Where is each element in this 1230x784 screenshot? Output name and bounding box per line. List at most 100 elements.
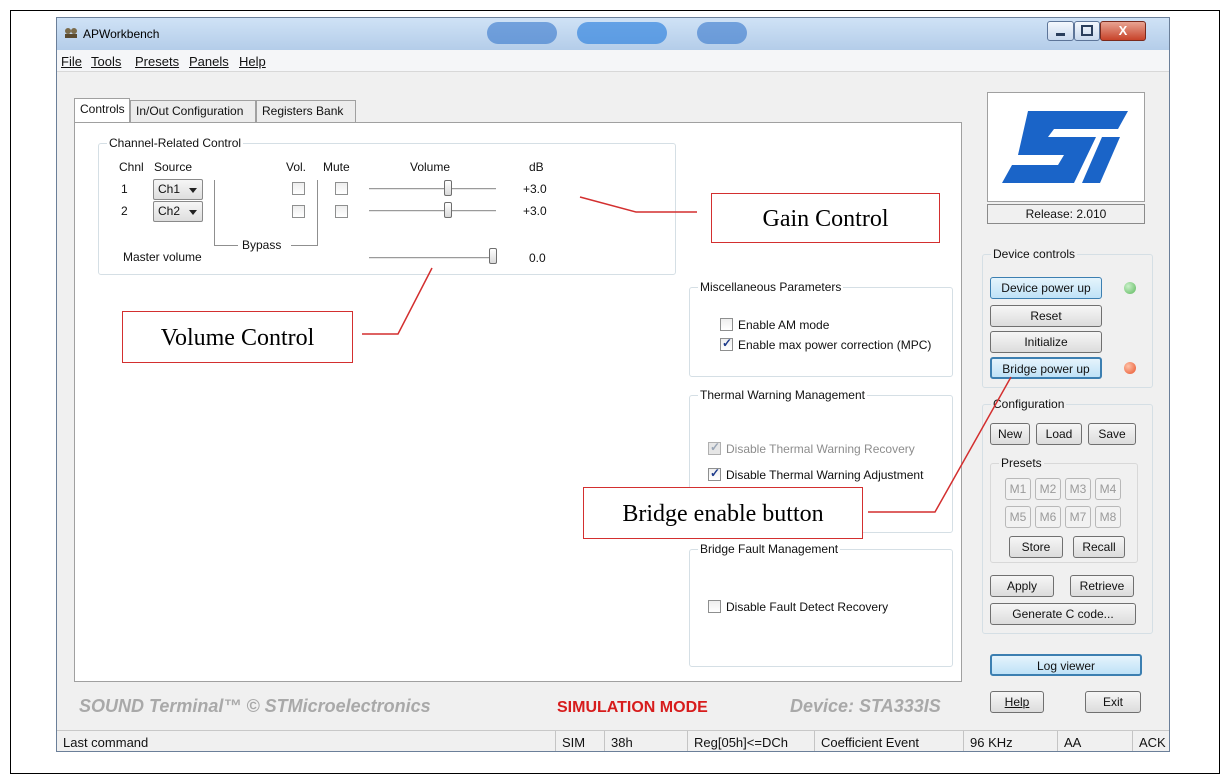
- mpc-label: Enable max power correction (MPC): [738, 338, 932, 352]
- mute-checkbox-ch1[interactable]: [335, 182, 348, 195]
- preset-m6-button[interactable]: M6: [1035, 506, 1061, 528]
- window-title: APWorkbench: [83, 27, 160, 41]
- preset-m2-button[interactable]: M2: [1035, 478, 1061, 500]
- source-select-ch1[interactable]: Ch1: [153, 179, 203, 200]
- volume-slider-thumb-ch1[interactable]: [444, 180, 452, 196]
- menu-panels[interactable]: Panels: [189, 54, 229, 69]
- master-volume-label: Master volume: [123, 250, 202, 264]
- exit-button[interactable]: Exit: [1085, 691, 1141, 713]
- status-cell: AA: [1057, 731, 1087, 751]
- bridge-fault-group: Bridge Fault Management Disable Fault De…: [689, 542, 953, 667]
- menu-tools[interactable]: Tools: [91, 54, 121, 69]
- status-last-command: Last command: [63, 735, 149, 750]
- titlebar-decoration: [487, 22, 557, 44]
- vol-checkbox-ch1[interactable]: [292, 182, 305, 195]
- apply-button[interactable]: Apply: [990, 575, 1054, 597]
- channel-number: 1: [121, 182, 128, 196]
- group-title: Channel-Related Control: [107, 136, 244, 150]
- status-cell: 96 KHz: [963, 731, 1019, 751]
- log-viewer-button[interactable]: Log viewer: [990, 654, 1142, 676]
- fault-detect-checkbox[interactable]: [708, 600, 721, 613]
- preset-m3-button[interactable]: M3: [1065, 478, 1091, 500]
- generate-c-code-button[interactable]: Generate C code...: [990, 603, 1136, 625]
- title-bar[interactable]: APWorkbench X: [57, 18, 1169, 50]
- thermal-adjustment-checkbox[interactable]: [708, 466, 721, 481]
- device-label: Device: STA333IS: [790, 696, 941, 716]
- header-db: dB: [529, 160, 544, 174]
- help-button[interactable]: Help: [990, 691, 1044, 713]
- device-controls-group: Device controls Device power up Reset In…: [982, 247, 1153, 388]
- preset-m7-button[interactable]: M7: [1065, 506, 1091, 528]
- mute-checkbox-ch2[interactable]: [335, 205, 348, 218]
- menu-file[interactable]: File: [61, 54, 82, 69]
- preset-m5-button[interactable]: M5: [1005, 506, 1031, 528]
- close-button[interactable]: X: [1100, 21, 1146, 41]
- fault-detect-label: Disable Fault Detect Recovery: [726, 600, 889, 614]
- status-cell: Reg[05h]<=DCh: [687, 731, 794, 751]
- simulation-mode-label: SIMULATION MODE: [557, 699, 708, 716]
- st-logo-box: [987, 92, 1145, 202]
- titlebar-decoration: [697, 22, 747, 44]
- presets-group: Presets M1 M2 M3 M4 M5 M6 M7 M8 Store Re…: [990, 456, 1138, 563]
- source-select-ch2[interactable]: Ch2: [153, 201, 203, 222]
- master-volume-thumb[interactable]: [489, 248, 497, 264]
- retrieve-button[interactable]: Retrieve: [1070, 575, 1134, 597]
- menu-presets[interactable]: Presets: [135, 54, 179, 69]
- bridge-power-up-button[interactable]: Bridge power up: [990, 357, 1102, 379]
- mpc-checkbox[interactable]: [720, 336, 733, 351]
- minimize-button[interactable]: [1047, 21, 1074, 41]
- group-title: Bridge Fault Management: [698, 542, 841, 556]
- tab-inout-configuration[interactable]: In/Out Configuration: [130, 100, 256, 122]
- minimize-icon: [1056, 33, 1065, 36]
- gain-control-callout: Gain Control: [711, 193, 940, 243]
- group-title: Presets: [999, 456, 1044, 470]
- device-status-led: [1124, 282, 1136, 294]
- titlebar-decoration: [577, 22, 667, 44]
- volume-slider-ch2[interactable]: [369, 210, 496, 213]
- device-power-up-button[interactable]: Device power up: [990, 277, 1102, 299]
- maximize-button[interactable]: [1074, 21, 1100, 41]
- volume-slider-thumb-ch2[interactable]: [444, 202, 452, 218]
- release-label: Release: 2.010: [987, 204, 1145, 224]
- menu-bar: File Tools Presets Panels Help: [57, 50, 1169, 72]
- header-source: Source: [154, 160, 193, 174]
- misc-params-group: Miscellaneous Parameters Enable AM mode …: [689, 280, 953, 377]
- group-title: Configuration: [991, 397, 1067, 411]
- menu-help[interactable]: Help: [239, 54, 266, 69]
- recall-button[interactable]: Recall: [1073, 536, 1125, 558]
- master-db-value: 0.0: [529, 251, 546, 265]
- master-volume-slider[interactable]: [369, 257, 496, 260]
- channel-number: 2: [121, 204, 128, 218]
- initialize-button[interactable]: Initialize: [990, 331, 1102, 353]
- header-volume: Volume: [410, 160, 451, 174]
- bypass-bracket: [214, 180, 215, 246]
- tab-controls[interactable]: Controls: [74, 98, 130, 122]
- reset-button[interactable]: Reset: [990, 305, 1102, 327]
- header-chnl: Chnl: [119, 160, 144, 174]
- status-cell: 38h: [604, 731, 639, 751]
- bypass-bracket: [317, 180, 318, 246]
- bypass-bracket: [291, 245, 317, 246]
- preset-m1-button[interactable]: M1: [1005, 478, 1031, 500]
- db-value-ch1: +3.0: [523, 182, 547, 196]
- preset-m8-button[interactable]: M8: [1095, 506, 1121, 528]
- header-mute: Mute: [323, 160, 350, 174]
- new-button[interactable]: New: [990, 423, 1030, 445]
- volume-control-callout: Volume Control: [122, 311, 353, 363]
- bridge-status-led: [1124, 362, 1136, 374]
- preset-m4-button[interactable]: M4: [1095, 478, 1121, 500]
- chevron-down-icon: [189, 188, 197, 193]
- save-button[interactable]: Save: [1088, 423, 1136, 445]
- bypass-label: Bypass: [242, 238, 282, 252]
- st-logo: [988, 93, 1144, 201]
- load-button[interactable]: Load: [1036, 423, 1082, 445]
- am-mode-checkbox[interactable]: [720, 318, 733, 331]
- tab-registers-bank[interactable]: Registers Bank: [256, 100, 356, 122]
- vol-checkbox-ch2[interactable]: [292, 205, 305, 218]
- configuration-group: Configuration New Load Save Presets M1 M…: [982, 397, 1153, 634]
- status-cell: ACK: [1132, 731, 1169, 751]
- thermal-recovery-checkbox[interactable]: [708, 440, 721, 455]
- store-button[interactable]: Store: [1009, 536, 1063, 558]
- bridge-enable-callout: Bridge enable button: [583, 487, 863, 539]
- volume-slider-ch1[interactable]: [369, 188, 496, 191]
